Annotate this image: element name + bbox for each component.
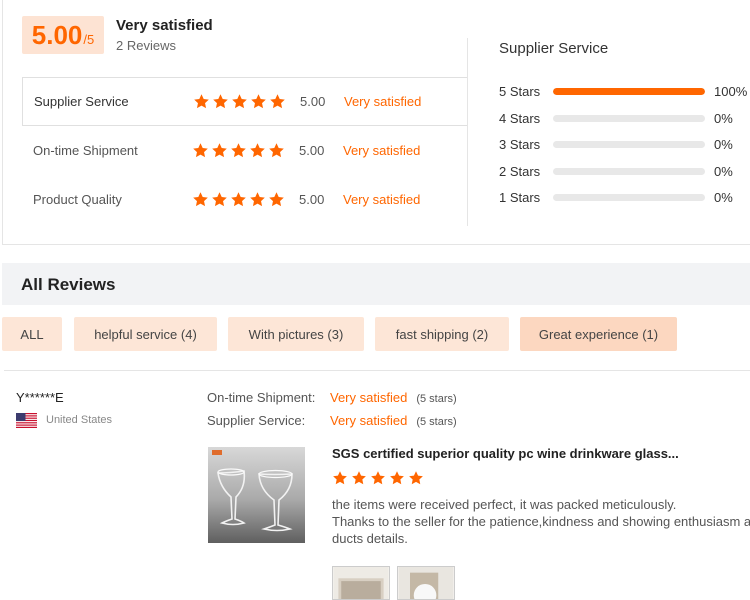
distribution-row: 4 Stars 0% [499, 110, 750, 126]
product-title-link[interactable]: SGS certified superior quality pc wine d… [332, 446, 679, 461]
review-metric-name: Supplier Service: [207, 413, 306, 428]
star-icon [230, 142, 247, 159]
reviewer-name: Y******E [16, 390, 64, 405]
filter-chip-all[interactable]: ALL [2, 317, 62, 351]
distribution-label: 1 Stars [499, 189, 541, 205]
review-text-line: Thanks to the seller for the patience,ki… [332, 514, 750, 529]
filter-chip-great-experience[interactable]: Great experience (1) [520, 317, 677, 351]
star-icon [249, 142, 266, 159]
filter-chip-with-pictures[interactable]: With pictures (3) [228, 317, 364, 351]
review-metric: Supplier Service: Very satisfied (5 star… [207, 413, 457, 428]
metric-name: Supplier Service [34, 94, 129, 109]
star-icon [211, 191, 228, 208]
filter-chip-fast-shipping[interactable]: fast shipping (2) [375, 317, 509, 351]
review-photo[interactable] [332, 566, 390, 600]
star-icon [231, 93, 248, 110]
distribution-row: 1 Stars 0% [499, 189, 750, 205]
review-text: the items were received perfect, it was … [332, 496, 750, 547]
distribution-percent: 0% [714, 163, 733, 179]
star-icon [193, 93, 210, 110]
star-icon [211, 142, 228, 159]
star-icon [332, 470, 348, 486]
metric-text: Very satisfied [343, 143, 421, 158]
review-metric-name: On-time Shipment: [207, 390, 316, 405]
metric-name: Product Quality [33, 192, 122, 207]
review-text-line: ducts details. [332, 531, 408, 546]
distribution-bar [553, 167, 705, 175]
filter-chip-helpful-service[interactable]: helpful service (4) [74, 317, 217, 351]
review-metric: On-time Shipment: Very satisfied (5 star… [207, 390, 457, 405]
reviews-count: 2 Reviews [116, 38, 176, 53]
review-text-line: the items were received perfect, it was … [332, 497, 677, 512]
reviewer-country: United States [46, 414, 113, 426]
metric-text: Very satisfied [344, 94, 422, 109]
product-image[interactable] [208, 447, 305, 543]
review-metric-value: Very satisfied [330, 390, 408, 405]
metric-score: 5.00 [299, 192, 325, 207]
all-reviews-title: All Reviews [21, 275, 116, 294]
overall-score-suffix: /5 [83, 32, 95, 47]
review-metric-value: Very satisfied [330, 413, 408, 428]
star-icon [230, 191, 247, 208]
distribution-percent: 100% [714, 83, 748, 99]
metric-score: 5.00 [299, 143, 325, 158]
distribution-bar-fill [553, 87, 705, 95]
review-metric-stars: (5 stars) [416, 393, 457, 405]
metric-stars [192, 191, 299, 208]
distribution-label: 2 Stars [499, 163, 541, 179]
distribution-percent: 0% [714, 110, 733, 126]
distribution-bar [553, 140, 705, 148]
review-metric-stars: (5 stars) [416, 416, 457, 428]
distribution-percent: 0% [714, 189, 733, 205]
metric-row-on-time-shipment[interactable]: On-time Shipment 5.00 Very satisfied [22, 126, 468, 175]
metric-stars [192, 142, 299, 159]
star-icon [389, 470, 405, 486]
metric-score: 5.00 [300, 94, 326, 109]
all-reviews-header: All Reviews [2, 263, 750, 305]
star-icon [250, 93, 267, 110]
star-icon [269, 93, 286, 110]
distribution-bar [553, 87, 705, 95]
distribution-bar [553, 114, 705, 122]
overall-score-badge: 5.00 /5 [22, 16, 104, 54]
star-icon [370, 470, 386, 486]
overall-label: Very satisfied [116, 17, 213, 34]
distribution-label: 3 Stars [499, 136, 541, 152]
star-icon [351, 470, 367, 486]
metric-row-supplier-service[interactable]: Supplier Service 5.00 Very satisfied [22, 77, 468, 126]
distribution-row: 5 Stars 100% [499, 83, 750, 99]
metric-stars [193, 93, 300, 110]
star-icon [268, 191, 285, 208]
star-icon [192, 191, 209, 208]
distribution-title: Supplier Service [499, 40, 609, 57]
distribution-row: 3 Stars 0% [499, 136, 750, 152]
distribution-label: 4 Stars [499, 110, 541, 126]
distribution-bar [553, 193, 705, 201]
overall-score: 5.00 [31, 20, 83, 50]
star-icon [249, 191, 266, 208]
distribution-percent: 0% [714, 136, 733, 152]
metric-name: On-time Shipment [33, 143, 138, 158]
star-icon [212, 93, 229, 110]
metric-text: Very satisfied [343, 192, 421, 207]
star-icon [268, 142, 285, 159]
distribution-row: 2 Stars 0% [499, 163, 750, 179]
us-flag-icon [16, 413, 37, 428]
review-rating-stars [332, 470, 424, 486]
divider [4, 370, 750, 371]
star-icon [408, 470, 424, 486]
metric-row-product-quality[interactable]: Product Quality 5.00 Very satisfied [22, 175, 468, 224]
divider [467, 38, 468, 226]
review-photo[interactable] [397, 566, 455, 600]
distribution-label: 5 Stars [499, 83, 541, 99]
star-icon [192, 142, 209, 159]
